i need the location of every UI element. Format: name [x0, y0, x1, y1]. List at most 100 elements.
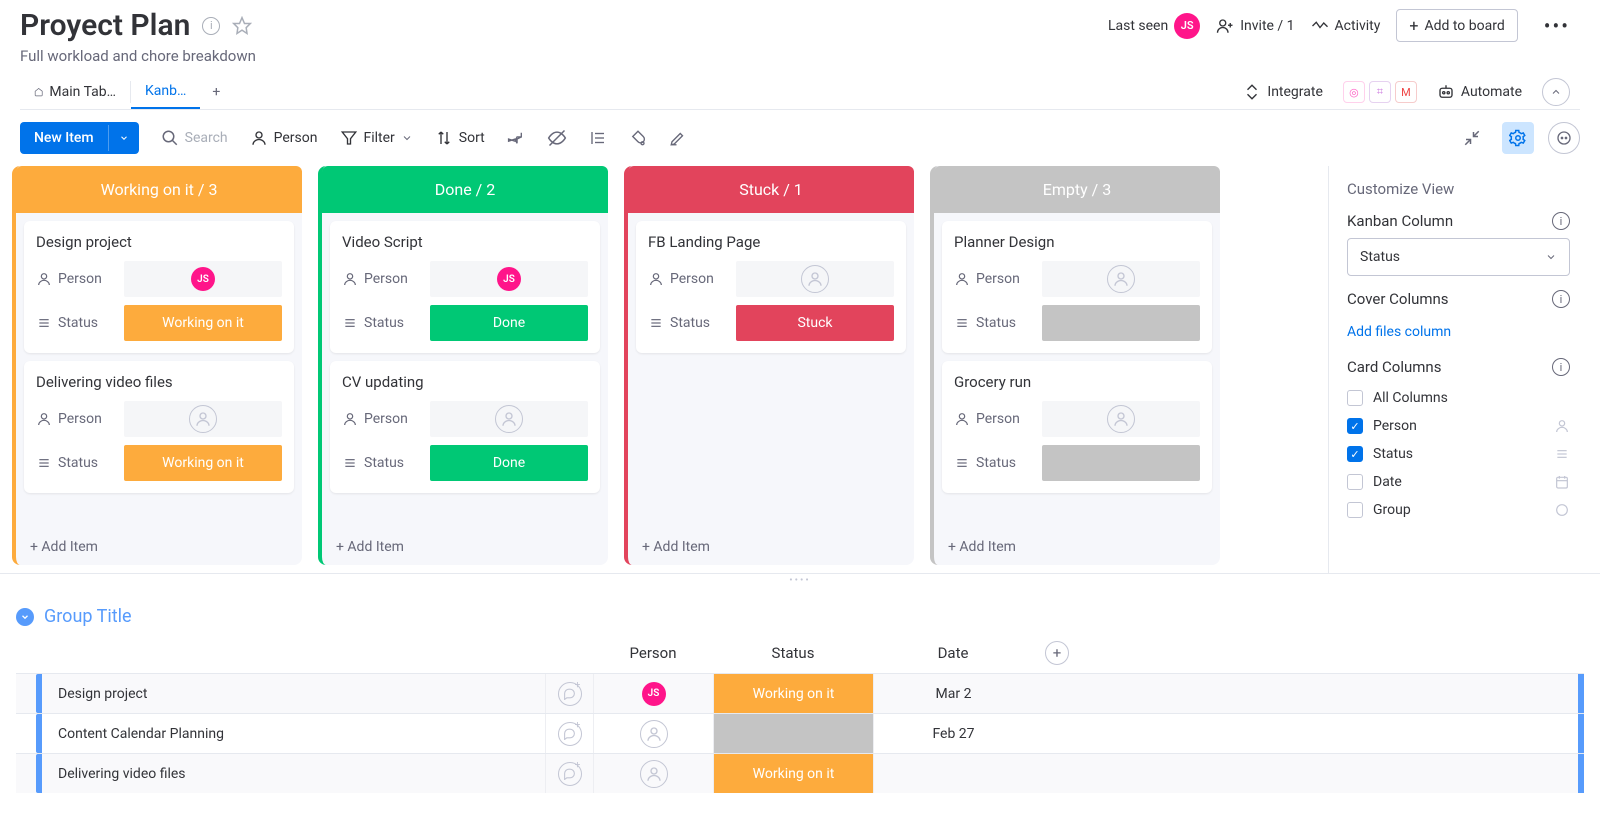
kanban-card[interactable]: Delivering video files Person Status Wor…	[24, 361, 294, 493]
person-cell[interactable]	[1042, 401, 1200, 437]
person-cell[interactable]: JS	[430, 261, 588, 297]
info-icon[interactable]: i	[202, 17, 220, 35]
kanban-card[interactable]: Design project Person JS Status Working …	[24, 221, 294, 353]
check-all-columns[interactable]: All Columns	[1347, 384, 1570, 412]
status-cell[interactable]: Done	[430, 305, 588, 341]
th-status[interactable]: Status	[713, 636, 873, 670]
checkbox[interactable]	[1347, 474, 1363, 490]
comment-icon[interactable]	[1548, 122, 1580, 154]
automate-button[interactable]: Automate	[1437, 83, 1522, 101]
cell-date[interactable]: Mar 2	[873, 674, 1033, 713]
cell-date[interactable]: Feb 27	[873, 714, 1033, 753]
integration-icon-3[interactable]: M	[1395, 81, 1417, 103]
cell-chat[interactable]	[545, 714, 593, 753]
collapse-icon[interactable]	[1456, 122, 1488, 154]
add-item-button[interactable]: + Add Item	[628, 529, 914, 565]
table-row[interactable]: Delivering video files Working on it	[16, 753, 1584, 793]
edit-icon[interactable]	[669, 129, 687, 147]
tab-kanban[interactable]: Kanb…	[131, 75, 200, 109]
status-cell[interactable]: Stuck	[736, 305, 894, 341]
person-cell[interactable]	[124, 401, 282, 437]
check-person[interactable]: ✓ Person	[1347, 412, 1570, 440]
cell-status[interactable]: Working on it	[713, 674, 873, 713]
tab-main[interactable]: Main Tab…	[20, 76, 130, 108]
cell-status[interactable]: Working on it	[713, 754, 873, 793]
status-cell[interactable]: Working on it	[124, 305, 282, 341]
chat-icon[interactable]	[558, 682, 582, 706]
add-item-button[interactable]: + Add Item	[934, 529, 1220, 565]
person-cell[interactable]: JS	[124, 261, 282, 297]
th-person[interactable]: Person	[593, 636, 713, 670]
checkbox[interactable]	[1347, 390, 1363, 406]
star-icon[interactable]	[232, 16, 252, 36]
chat-icon[interactable]	[558, 762, 582, 786]
person-cell[interactable]	[1042, 261, 1200, 297]
cell-person[interactable]: JS	[593, 674, 713, 713]
filter-button[interactable]: Filter	[340, 129, 413, 147]
cell-date[interactable]	[873, 754, 1033, 793]
add-view-button[interactable]: +	[200, 76, 232, 108]
status-cell[interactable]: Working on it	[124, 445, 282, 481]
invite-button[interactable]: Invite / 1	[1216, 17, 1294, 35]
last-seen[interactable]: Last seen JS	[1108, 13, 1200, 39]
kanban-card[interactable]: Video Script Person JS Status Done	[330, 221, 600, 353]
person-filter-button[interactable]: Person	[250, 129, 318, 147]
collapse-header-button[interactable]	[1542, 78, 1570, 106]
integration-icon-2[interactable]: ⌗	[1369, 81, 1391, 103]
chat-icon[interactable]	[558, 722, 582, 746]
kanban-card[interactable]: FB Landing Page Person Status Stuck	[636, 221, 906, 353]
cell-person[interactable]	[593, 714, 713, 753]
group-caret[interactable]	[16, 608, 34, 626]
kanban-card[interactable]: Grocery run Person Status	[942, 361, 1212, 493]
person-cell[interactable]	[736, 261, 894, 297]
more-menu-icon[interactable]: •••	[1534, 14, 1580, 38]
status-cell[interactable]	[1042, 445, 1200, 481]
height-icon[interactable]	[589, 129, 607, 147]
add-item-button[interactable]: + Add Item	[16, 529, 302, 565]
kanban-card[interactable]: CV updating Person Status Done	[330, 361, 600, 493]
add-item-button[interactable]: + Add Item	[322, 529, 608, 565]
kanban-column-select[interactable]: Status	[1347, 238, 1570, 276]
check-date[interactable]: Date	[1347, 468, 1570, 496]
table-row[interactable]: Design project JS Working on it Mar 2	[16, 673, 1584, 713]
column-header[interactable]: Working on it / 3	[16, 166, 302, 213]
cell-person[interactable]	[593, 754, 713, 793]
integrate-button[interactable]: Integrate	[1243, 83, 1323, 101]
check-status[interactable]: ✓ Status	[1347, 440, 1570, 468]
add-to-board-button[interactable]: + Add to board	[1396, 9, 1517, 42]
info-icon[interactable]: i	[1552, 358, 1570, 376]
settings-icon[interactable]	[1502, 122, 1534, 154]
page-title[interactable]: Proyect Plan	[20, 8, 190, 43]
cell-chat[interactable]	[545, 754, 593, 793]
pin-icon[interactable]	[507, 129, 525, 147]
cell-name[interactable]: Delivering video files	[50, 754, 545, 793]
new-item-caret[interactable]	[108, 125, 139, 151]
th-date[interactable]: Date	[873, 636, 1033, 670]
check-group[interactable]: Group	[1347, 496, 1570, 524]
column-header[interactable]: Stuck / 1	[628, 166, 914, 213]
cell-status[interactable]	[713, 714, 873, 753]
group-title[interactable]: Group Title	[44, 606, 132, 627]
cell-name[interactable]: Design project	[50, 674, 545, 713]
integration-icon-1[interactable]: ◎	[1343, 81, 1365, 103]
table-row[interactable]: Content Calendar Planning Feb 27	[16, 713, 1584, 753]
hide-icon[interactable]	[547, 128, 567, 148]
checkbox[interactable]	[1347, 502, 1363, 518]
column-header[interactable]: Done / 2	[322, 166, 608, 213]
resizer-handle[interactable]: ••••	[0, 574, 1600, 586]
checkbox[interactable]: ✓	[1347, 446, 1363, 462]
info-icon[interactable]: i	[1552, 290, 1570, 308]
cell-name[interactable]: Content Calendar Planning	[50, 714, 545, 753]
status-cell[interactable]	[1042, 305, 1200, 341]
status-cell[interactable]: Done	[430, 445, 588, 481]
search-button[interactable]: Search	[161, 129, 228, 147]
column-header[interactable]: Empty / 3	[934, 166, 1220, 213]
color-icon[interactable]	[629, 129, 647, 147]
new-item-button[interactable]: New Item	[20, 122, 139, 154]
cell-chat[interactable]	[545, 674, 593, 713]
add-files-link[interactable]: Add files column	[1347, 324, 1451, 340]
info-icon[interactable]: i	[1552, 212, 1570, 230]
sort-button[interactable]: Sort	[435, 129, 485, 147]
checkbox[interactable]: ✓	[1347, 418, 1363, 434]
person-cell[interactable]	[430, 401, 588, 437]
